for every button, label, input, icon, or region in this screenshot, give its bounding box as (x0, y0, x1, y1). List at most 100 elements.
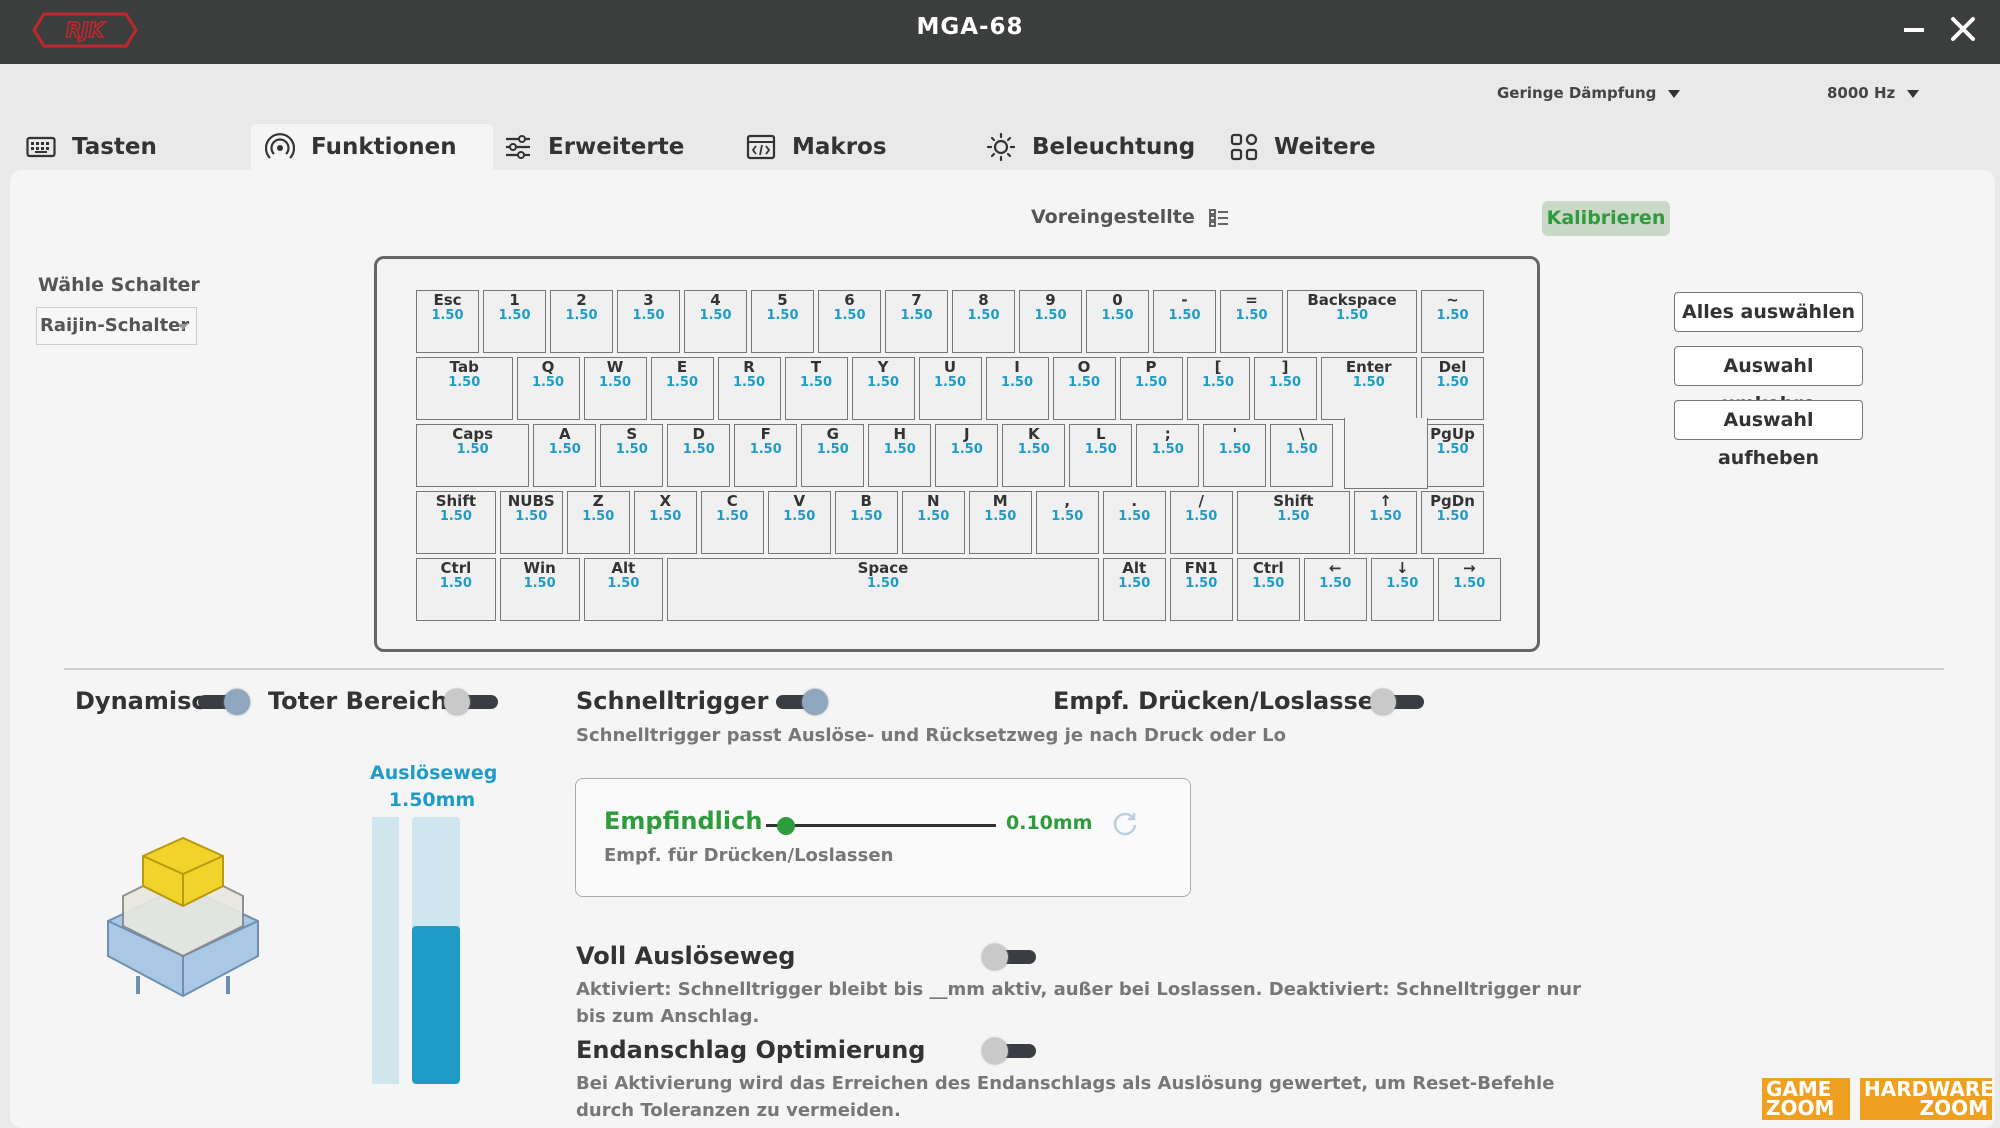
key[interactable]: Ctrl 1.50 (416, 558, 496, 621)
actuation-bar[interactable] (412, 817, 460, 1084)
switch-select[interactable]: Raijin-Schalter (36, 307, 197, 345)
key-value: 1.50 (615, 442, 648, 457)
tab-weitere[interactable]: Weitere (1230, 124, 1430, 170)
key[interactable]: I 1.50 (985, 357, 1049, 420)
key-value: 1.50 (1277, 509, 1310, 524)
key[interactable]: S 1.50 (600, 424, 664, 487)
rapid-trigger-toggle[interactable] (776, 689, 828, 715)
key[interactable]: 1 1.50 (483, 290, 546, 353)
key[interactable]: 9 1.50 (1019, 290, 1082, 353)
key[interactable]: Win 1.50 (499, 558, 580, 621)
sensitivity-slider[interactable] (766, 816, 996, 836)
key[interactable]: ↑ 1.50 (1354, 491, 1417, 554)
key-value: 1.50 (498, 308, 531, 323)
key[interactable]: N 1.50 (901, 491, 965, 554)
key[interactable]: Enter 1.50 (1320, 357, 1417, 420)
key[interactable]: , 1.50 (1035, 491, 1099, 554)
key[interactable]: ~1.50 (1421, 290, 1484, 353)
key[interactable]: U 1.50 (918, 357, 982, 420)
key-enter-extension[interactable] (1344, 418, 1428, 489)
tab-funktionen[interactable]: Funktionen (251, 124, 493, 170)
key[interactable]: ↓ 1.50 (1370, 558, 1434, 621)
key[interactable]: M 1.50 (968, 491, 1032, 554)
key[interactable]: G 1.50 (801, 424, 865, 487)
key[interactable]: → 1.50 (1437, 558, 1501, 621)
key[interactable]: D 1.50 (667, 424, 731, 487)
key-value: 1.50 (1252, 576, 1285, 591)
key[interactable]: B 1.50 (834, 491, 898, 554)
key[interactable]: ' 1.50 (1203, 424, 1267, 487)
key[interactable]: 7 1.50 (885, 290, 948, 353)
bottom-out-toggle[interactable] (982, 1038, 1036, 1064)
damping-select[interactable]: Geringe Dämpfung (1497, 84, 1681, 102)
tab-makros[interactable]: Makros (746, 124, 946, 170)
close-icon[interactable] (1948, 14, 1978, 44)
key[interactable]: W 1.50 (583, 357, 647, 420)
key[interactable]: 8 1.50 (952, 290, 1015, 353)
key[interactable]: L 1.50 (1069, 424, 1133, 487)
key[interactable]: P 1.50 (1119, 357, 1183, 420)
key[interactable]: FN1 1.50 (1169, 558, 1233, 621)
key[interactable]: Esc 1.50 (416, 290, 479, 353)
key[interactable]: ← 1.50 (1303, 558, 1367, 621)
full-travel-toggle[interactable] (982, 944, 1036, 970)
key[interactable]: Backspace 1.50 (1287, 290, 1417, 353)
key[interactable]: Q 1.50 (516, 357, 580, 420)
tab-beleuchtung[interactable]: Beleuchtung (986, 124, 1206, 170)
key[interactable]: Shift 1.50 (416, 491, 496, 554)
key[interactable]: ; 1.50 (1136, 424, 1200, 487)
key[interactable]: Y 1.50 (851, 357, 915, 420)
reset-icon[interactable] (1112, 810, 1138, 836)
key[interactable]: . 1.50 (1102, 491, 1166, 554)
key[interactable]: Shift 1.50 (1236, 491, 1350, 554)
key[interactable]: \ 1.50 (1270, 424, 1334, 487)
sensitivity-slider-thumb[interactable] (776, 817, 795, 835)
deadzone-toggle[interactable] (444, 689, 498, 715)
preset-button[interactable]: Voreingestellte (1031, 206, 1229, 228)
key[interactable]: = 1.50 (1220, 290, 1283, 353)
calibrate-button[interactable]: Kalibrieren (1542, 201, 1670, 236)
key[interactable]: J 1.50 (935, 424, 999, 487)
tab-erweiterte[interactable]: Erweiterte (504, 124, 704, 170)
key[interactable]: Z 1.50 (566, 491, 630, 554)
key[interactable]: Ctrl 1.50 (1236, 558, 1300, 621)
key[interactable]: T 1.50 (784, 357, 848, 420)
key[interactable]: O 1.50 (1052, 357, 1116, 420)
key[interactable]: H 1.50 (868, 424, 932, 487)
key[interactable]: 6 1.50 (818, 290, 881, 353)
select-all-button[interactable]: Alles auswählen (1674, 292, 1863, 332)
key[interactable]: Alt 1.50 (583, 558, 664, 621)
key[interactable]: Tab 1.50 (416, 357, 513, 420)
key[interactable]: 4 1.50 (684, 290, 747, 353)
key[interactable]: Alt 1.50 (1102, 558, 1166, 621)
key[interactable]: V 1.50 (767, 491, 831, 554)
key[interactable]: A 1.50 (533, 424, 597, 487)
key[interactable]: PgDn 1.50 (1421, 491, 1484, 554)
dynamic-toggle[interactable] (198, 689, 250, 715)
polling-rate-select[interactable]: 8000 Hz (1827, 84, 1920, 102)
key[interactable]: ] 1.50 (1253, 357, 1317, 420)
minimize-button[interactable] (1904, 28, 1924, 32)
key[interactable]: /1.50 (1169, 491, 1233, 554)
key[interactable]: 5 1.50 (751, 290, 814, 353)
key[interactable]: NUBS 1.50 (499, 491, 563, 554)
key[interactable]: E 1.50 (650, 357, 714, 420)
key[interactable]: 2 1.50 (550, 290, 613, 353)
key[interactable]: [1.50 (1186, 357, 1250, 420)
key[interactable]: K 1.50 (1002, 424, 1066, 487)
key[interactable]: 3 1.50 (617, 290, 680, 353)
key[interactable]: X 1.50 (633, 491, 697, 554)
invert-selection-button[interactable]: Auswahl umkehre (1674, 346, 1863, 415)
key[interactable]: -1.50 (1153, 290, 1216, 353)
key[interactable]: Caps 1.50 (416, 424, 530, 487)
tab-tasten[interactable]: Tasten (26, 124, 226, 170)
key[interactable]: R 1.50 (717, 357, 781, 420)
key[interactable]: Del 1.50 (1421, 357, 1484, 420)
key[interactable]: 0 1.50 (1086, 290, 1149, 353)
key[interactable]: C 1.50 (700, 491, 764, 554)
clear-selection-button[interactable]: Auswahl aufheben (1674, 400, 1863, 469)
key[interactable]: F 1.50 (734, 424, 798, 487)
sensitivity-press-release-toggle[interactable] (1370, 689, 1424, 715)
key[interactable]: Space 1.50 (667, 558, 1099, 621)
key[interactable]: PgUp 1.50 (1421, 424, 1484, 487)
